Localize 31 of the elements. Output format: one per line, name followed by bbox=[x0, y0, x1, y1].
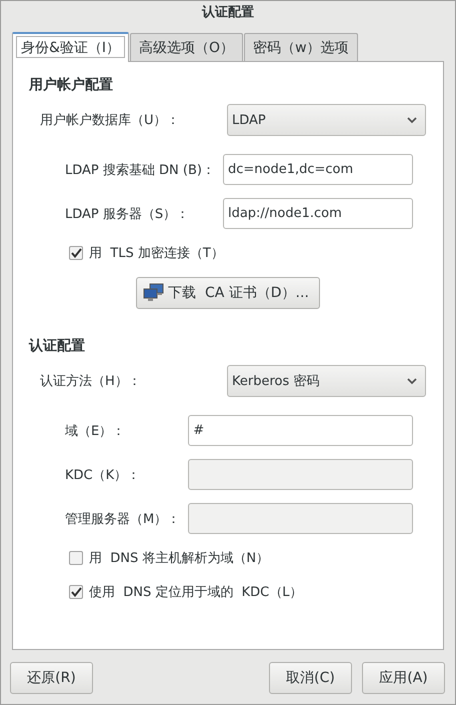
tab[interactable]: 密码（w）选项 bbox=[244, 33, 358, 61]
field-label: KDC（K）： bbox=[65, 466, 142, 484]
field-label: 认证方法（H）： bbox=[40, 373, 142, 390]
dropdown[interactable]: LDAP bbox=[227, 104, 426, 136]
tab[interactable]: 高级选项（O） bbox=[130, 33, 244, 61]
input-field[interactable]: ldap://node1.com bbox=[222, 198, 413, 229]
field-label: 管理服务器（M）： bbox=[65, 510, 180, 528]
checkbox-label: 用 TLS 加密连接（T） bbox=[89, 245, 224, 262]
field-label: 用户帐户数据库（U）： bbox=[40, 112, 181, 129]
checkbox-label: 用 DNS 将主机解析为域（N） bbox=[89, 550, 270, 567]
section-heading: 用户帐户配置 bbox=[29, 76, 114, 94]
chevron-down-icon bbox=[407, 116, 417, 124]
field-label: LDAP 搜索基础 DN (B)： bbox=[65, 162, 215, 178]
section-heading: 认证配置 bbox=[29, 337, 86, 355]
window-title: 认证配置 bbox=[202, 4, 254, 21]
field-label: 域（E）： bbox=[65, 422, 126, 440]
download-button[interactable]: 下载 CA 证书（D）... bbox=[136, 277, 320, 309]
dialog-button[interactable]: 应用(A) bbox=[362, 662, 445, 694]
tab[interactable]: 身份&验证（I） bbox=[12, 32, 130, 62]
revert-button[interactable]: 还原(R) bbox=[10, 662, 93, 694]
input-field[interactable]: dc=node1,dc=com bbox=[222, 154, 413, 185]
input-field[interactable]: # bbox=[188, 415, 413, 446]
checkbox[interactable] bbox=[69, 585, 83, 599]
checkbox[interactable] bbox=[69, 246, 83, 260]
checkbox[interactable] bbox=[69, 551, 83, 565]
chevron-down-icon bbox=[407, 378, 417, 384]
network-computers-icon bbox=[143, 283, 166, 303]
checkbox-label: 使用 DNS 定位用于域的 KDC（L） bbox=[89, 584, 303, 601]
dialog-button[interactable]: 取消(C) bbox=[269, 662, 352, 694]
field-label: LDAP 服务器（S）： bbox=[65, 206, 190, 222]
dropdown[interactable]: Kerberos 密码 bbox=[227, 365, 426, 397]
